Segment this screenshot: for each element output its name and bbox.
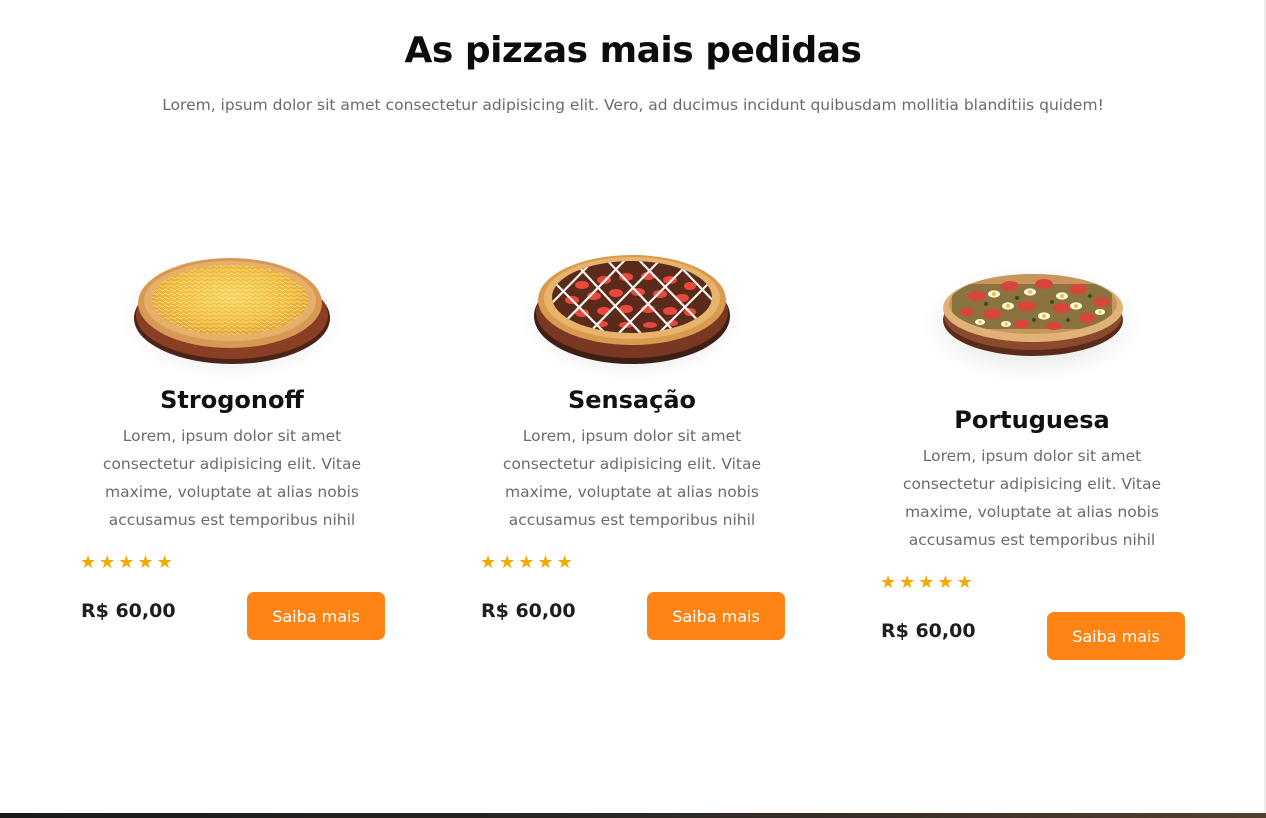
saiba-mais-button[interactable]: Saiba mais — [247, 592, 385, 640]
pizza-description: Lorem, ipsum dolor sit amet consectetur … — [902, 447, 1162, 549]
star-icon: ★ — [99, 552, 116, 573]
star-rating: ★ ★ ★ ★ ★ — [880, 573, 973, 593]
pizza-name: Strogonoff — [160, 386, 304, 414]
star-icon: ★ — [80, 552, 97, 573]
saiba-mais-button[interactable]: Saiba mais — [647, 592, 785, 640]
star-rating: ★ ★ ★ ★ ★ — [480, 553, 573, 573]
pizza-price: R$ 60,00 — [881, 620, 976, 642]
pizza-card-sensacao: Sensação Lorem, ipsum dolor sit amet con… — [472, 240, 792, 660]
star-icon: ★ — [899, 572, 916, 593]
sensacao-pizza-image — [522, 240, 742, 380]
star-rating: ★ ★ ★ ★ ★ — [80, 553, 173, 573]
portuguesa-pizza-image — [922, 244, 1142, 384]
pizza-card-portuguesa: Portuguesa Lorem, ipsum dolor sit amet c… — [872, 260, 1192, 680]
pizza-description: Lorem, ipsum dolor sit amet consectetur … — [102, 427, 362, 529]
pizza-card-strogonoff: Strogonoff Lorem, ipsum dolor sit amet c… — [72, 240, 392, 660]
saiba-mais-button[interactable]: Saiba mais — [1047, 612, 1185, 660]
pizza-description: Lorem, ipsum dolor sit amet consectetur … — [502, 427, 762, 529]
star-icon: ★ — [156, 552, 173, 573]
star-icon: ★ — [937, 572, 954, 593]
star-icon: ★ — [518, 552, 535, 573]
star-icon: ★ — [499, 552, 516, 573]
star-icon: ★ — [918, 572, 935, 593]
star-icon: ★ — [556, 552, 573, 573]
star-icon: ★ — [480, 552, 497, 573]
section-title: As pizzas mais pedidas — [404, 30, 862, 71]
footer-section-edge — [0, 813, 1266, 818]
star-icon: ★ — [880, 572, 897, 593]
star-icon: ★ — [956, 572, 973, 593]
pizza-name: Portuguesa — [954, 406, 1110, 434]
star-icon: ★ — [537, 552, 554, 573]
star-icon: ★ — [137, 552, 154, 573]
pizza-price: R$ 60,00 — [81, 600, 176, 622]
pizza-price: R$ 60,00 — [481, 600, 576, 622]
section-subtitle: Lorem, ipsum dolor sit amet consectetur … — [162, 96, 1104, 114]
strogonoff-pizza-image — [122, 240, 342, 380]
star-icon: ★ — [118, 552, 135, 573]
pizza-name: Sensação — [567, 386, 697, 414]
